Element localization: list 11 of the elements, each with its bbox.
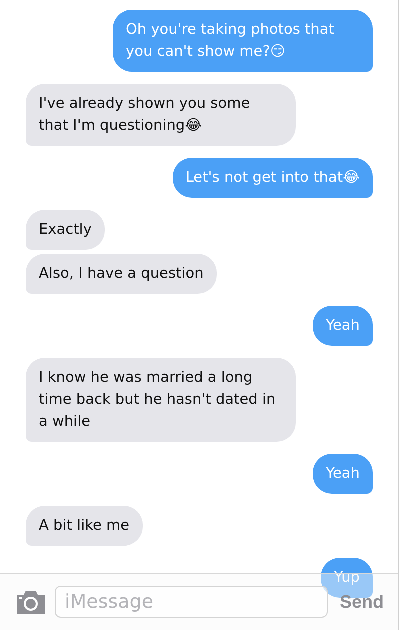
received-message: Exactly bbox=[26, 210, 105, 250]
sent-message: Oh you're taking photos that you can't show me?😏 bbox=[113, 10, 373, 72]
received-message: Also, I have a question bbox=[26, 254, 217, 294]
sent-message: Let's not get into that😂 bbox=[172, 158, 373, 198]
sent-message: Yeah bbox=[313, 454, 373, 494]
sent-message: Yeah bbox=[313, 306, 373, 346]
received-message: A bit like me bbox=[26, 506, 143, 546]
received-message: I know he was married a long time back but he hasn't dated in a while bbox=[26, 358, 296, 442]
camera-icon[interactable] bbox=[15, 590, 47, 614]
received-message: I've already shown you some that I'm questioning😂 bbox=[26, 84, 296, 146]
message-field[interactable]: iMessage bbox=[55, 586, 328, 618]
